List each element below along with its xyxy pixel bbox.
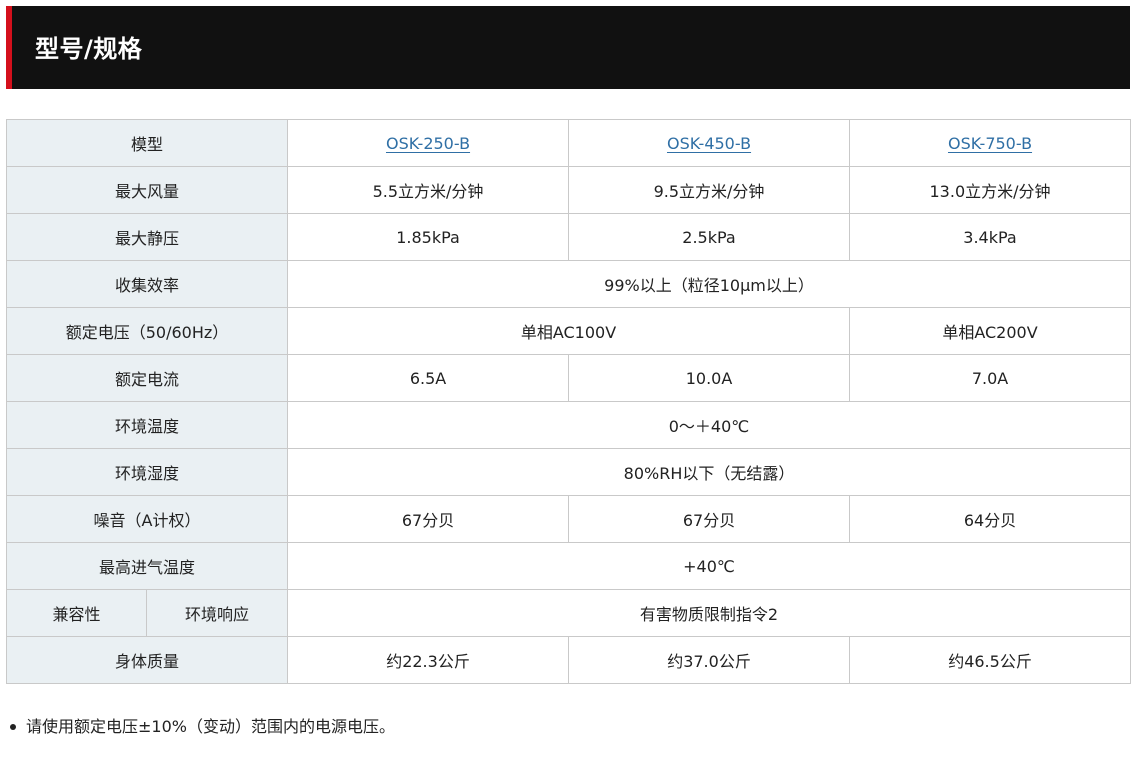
- table-row-max-intake-temperature: 最高进气温度 +40℃: [5, 542, 1132, 590]
- model-link-osk-250-b[interactable]: OSK-250-B: [386, 134, 470, 153]
- table-cell: 约37.0公斤: [568, 636, 851, 684]
- table-cell: 6.5A: [287, 354, 570, 402]
- model-cell-1: OSK-250-B: [287, 119, 570, 167]
- model-header-label: 模型: [5, 119, 289, 167]
- table-cell: 67分贝: [287, 495, 570, 543]
- table-cell: 64分贝: [849, 495, 1132, 543]
- table-row-collection-efficiency: 收集效率 99%以上（粒径10μm以上）: [5, 260, 1132, 308]
- table-cell: 67分贝: [568, 495, 851, 543]
- table-row-noise: 噪音（A计权） 67分贝 67分贝 64分贝: [5, 495, 1132, 543]
- footnote: 请使用额定电压±10%（变动）范围内的电源电压。: [10, 714, 395, 740]
- model-link-osk-450-b[interactable]: OSK-450-B: [667, 134, 751, 153]
- row-sublabel: 环境响应: [145, 589, 289, 637]
- table-cell: 7.0A: [849, 354, 1132, 402]
- row-label: 噪音（A计权）: [5, 495, 289, 543]
- row-label: 环境温度: [5, 401, 289, 449]
- bullet-icon: [10, 723, 16, 730]
- table-cell: 2.5kPa: [568, 213, 851, 261]
- section-title: 型号/规格: [35, 35, 143, 63]
- table-row-ambient-humidity: 环境湿度 80%RH以下（无结露）: [5, 448, 1132, 496]
- row-label: 最高进气温度: [5, 542, 289, 590]
- table-cell: 99%以上（粒径10μm以上）: [287, 260, 1132, 308]
- row-label: 额定电压（50/60Hz）: [5, 307, 289, 355]
- table-cell: 13.0立方米/分钟: [849, 166, 1132, 214]
- table-row-body-mass: 身体质量 约22.3公斤 约37.0公斤 约46.5公斤: [5, 636, 1132, 684]
- table-cell: 10.0A: [568, 354, 851, 402]
- model-cell-2: OSK-450-B: [568, 119, 851, 167]
- model-link-osk-750-b[interactable]: OSK-750-B: [948, 134, 1032, 153]
- table-row-ambient-temperature: 环境温度 0～＋40℃: [5, 401, 1132, 449]
- table-cell: 1.85kPa: [287, 213, 570, 261]
- table-cell: 有害物质限制指令2: [287, 589, 1132, 637]
- table-row-max-airflow: 最大风量 5.5立方米/分钟 9.5立方米/分钟 13.0立方米/分钟: [5, 166, 1132, 214]
- table-cell: 3.4kPa: [849, 213, 1132, 261]
- table-row-rated-current: 额定电流 6.5A 10.0A 7.0A: [5, 354, 1132, 402]
- row-label: 最大风量: [5, 166, 289, 214]
- table-cell: 9.5立方米/分钟: [568, 166, 851, 214]
- section-header: 型号/规格: [6, 6, 1130, 89]
- table-cell: 单相AC100V: [287, 307, 851, 355]
- table-cell: 80%RH以下（无结露）: [287, 448, 1132, 496]
- table-cell: 单相AC200V: [849, 307, 1132, 355]
- table-cell: 5.5立方米/分钟: [287, 166, 570, 214]
- spec-table: 模型 OSK-250-B OSK-450-B OSK-750-B 最大风量 5.…: [5, 119, 1132, 684]
- model-cell-3: OSK-750-B: [849, 119, 1132, 167]
- row-label: 最大静压: [5, 213, 289, 261]
- row-label: 兼容性: [6, 589, 147, 637]
- table-cell: +40℃: [287, 542, 1132, 590]
- row-label: 额定电流: [5, 354, 289, 402]
- table-row-model: 模型 OSK-250-B OSK-450-B OSK-750-B: [5, 119, 1132, 167]
- table-cell: 约46.5公斤: [849, 636, 1132, 684]
- row-label: 收集效率: [5, 260, 289, 308]
- footnote-text: 请使用额定电压±10%（变动）范围内的电源电压。: [26, 717, 395, 736]
- row-label: 身体质量: [5, 636, 289, 684]
- table-row-max-static-pressure: 最大静压 1.85kPa 2.5kPa 3.4kPa: [5, 213, 1132, 261]
- table-cell: 0～＋40℃: [287, 401, 1132, 449]
- table-row-compatibility: 兼容性 环境响应 有害物质限制指令2: [6, 589, 1132, 637]
- table-cell: 约22.3公斤: [287, 636, 570, 684]
- table-row-rated-voltage: 额定电压（50/60Hz） 单相AC100V 单相AC200V: [5, 307, 1132, 355]
- row-label: 环境湿度: [5, 448, 289, 496]
